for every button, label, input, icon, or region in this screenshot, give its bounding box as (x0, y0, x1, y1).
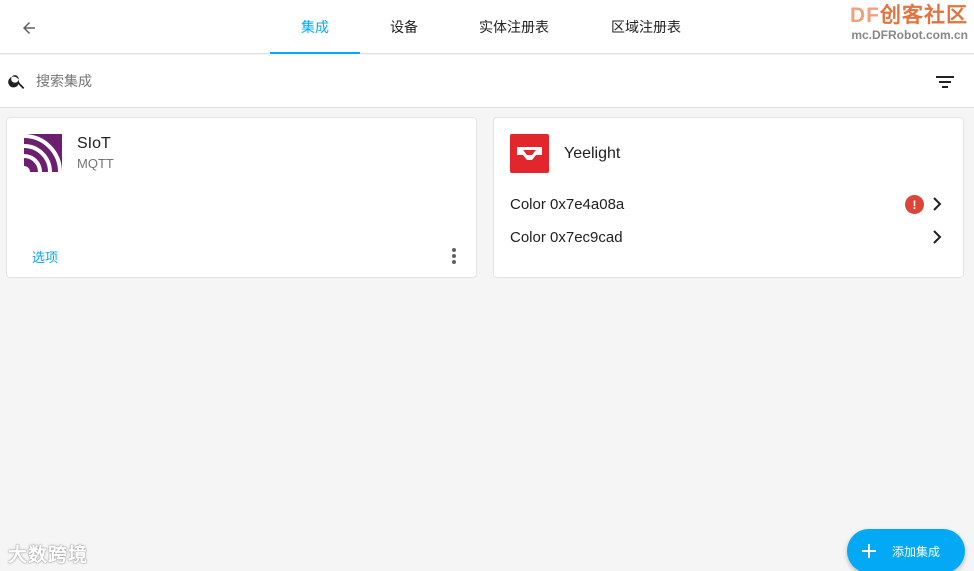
device-name: Color 0x7ec9cad (510, 229, 623, 246)
dfrobot-watermark: DF创客社区 mc.DFRobot.com.cn (850, 4, 968, 42)
device-name: Color 0x7e4a08a (510, 196, 625, 213)
search-input[interactable] (36, 68, 636, 94)
integration-subtitle: MQTT (77, 156, 114, 171)
tab-integrations[interactable]: 集成 (270, 0, 360, 54)
integration-card-yeelight: Yeelight Color 0x7e4a08a ! Color 0x7ec9c… (493, 117, 964, 278)
tab-list: 集成 设备 实体注册表 区域注册表 (270, 0, 712, 54)
siot-logo-icon (24, 134, 62, 172)
device-row[interactable]: Color 0x7ec9cad (494, 221, 963, 253)
search-icon (8, 75, 25, 89)
top-tab-bar: 集成 设备 实体注册表 区域注册表 DF创客社区 mc.DFRobot.com.… (0, 0, 974, 54)
chevron-right-icon (933, 197, 942, 211)
bottom-watermark: 大数跨境 (8, 545, 89, 566)
overflow-menu-button[interactable] (447, 246, 461, 266)
filter-button[interactable] (932, 70, 958, 94)
search-bar (0, 55, 974, 108)
back-button[interactable] (14, 13, 44, 43)
add-integration-label: 添加集成 (892, 544, 941, 559)
plus-icon (862, 544, 876, 558)
yeelight-logo-icon (510, 134, 549, 173)
watermark-logo: DF创客社区 (850, 4, 968, 27)
options-button[interactable]: 选项 (32, 247, 58, 266)
tab-devices[interactable]: 设备 (360, 0, 448, 54)
add-integration-button[interactable]: 添加集成 (847, 529, 965, 571)
integration-name: SIoT (77, 135, 111, 152)
integration-name: Yeelight (564, 145, 621, 162)
more-vert-icon (452, 248, 456, 264)
tab-entity-registry[interactable]: 实体注册表 (448, 0, 580, 54)
device-row[interactable]: Color 0x7e4a08a ! (494, 188, 963, 220)
error-icon: ! (905, 195, 924, 214)
tab-area-registry[interactable]: 区域注册表 (580, 0, 712, 54)
arrow-left-icon (23, 22, 35, 34)
watermark-url: mc.DFRobot.com.cn (851, 28, 968, 42)
integration-card-siot: SIoT MQTT 选项 (6, 117, 477, 278)
filter-icon (936, 76, 954, 88)
chevron-right-icon (933, 230, 942, 244)
